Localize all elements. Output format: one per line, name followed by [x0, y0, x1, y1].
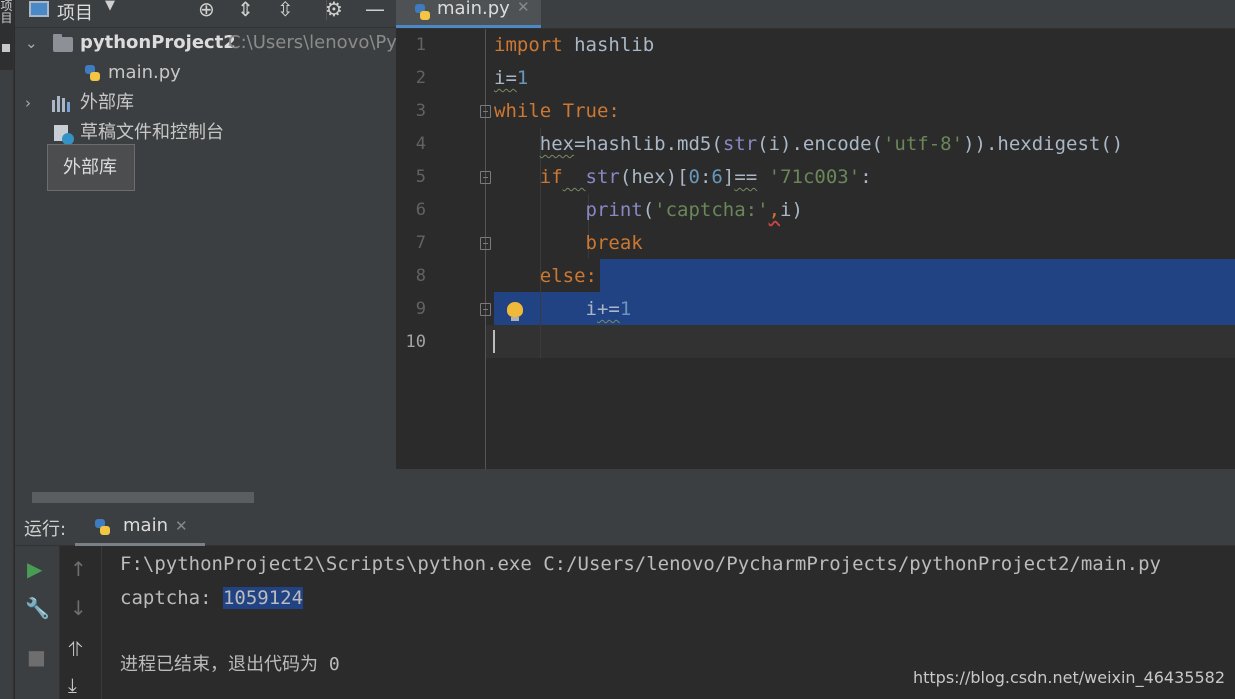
code-line[interactable]: while True: [494, 95, 620, 128]
current-line-highlight [486, 325, 1235, 358]
tab-main-py[interactable]: main.py ✕ [396, 0, 541, 28]
expand-all-icon[interactable]: ⇕ [237, 0, 254, 20]
project-vertical-tab-label: 项目 [0, 0, 13, 25]
stop-icon[interactable]: ■ [27, 646, 46, 668]
horizontal-scrollbar[interactable] [32, 492, 254, 503]
scroll-to-end-icon[interactable]: ⤓ [68, 674, 77, 696]
console-exit-message: 进程已结束，退出代码为 0 [120, 654, 340, 675]
run-panel-header: 运行: main ✕ [15, 506, 1235, 546]
line-number: 4 [415, 134, 426, 154]
wrench-icon[interactable]: 🔧 [25, 597, 50, 619]
project-panel-header: 项目 ▼ ⊕ ⇕ ⇳ ⚙ — [15, 0, 396, 28]
python-file-icon [413, 3, 431, 21]
tree-item-main-py[interactable]: main.py [25, 60, 396, 86]
code-line[interactable]: import hashlib [494, 29, 654, 62]
collapse-all-icon[interactable]: ⇳ [277, 0, 294, 20]
fold-marker-icon[interactable] [480, 303, 491, 316]
run-toolbar-secondary: ↑ ↓ ⥣ ⤓ [60, 546, 102, 699]
line-number: 2 [415, 68, 426, 88]
line-number: 10 [405, 332, 426, 352]
line-number: 9 [415, 299, 426, 319]
project-window-icon [29, 1, 49, 17]
console-command-line: F:\pythonProject2\Scripts\python.exe C:/… [120, 553, 1161, 575]
code-line[interactable]: hex=hashlib.md5(str(i).encode('utf-8')).… [494, 128, 1123, 161]
tree-item-external-libraries-label: 外部库 [80, 92, 134, 113]
arrow-down-icon[interactable]: ↓ [70, 597, 87, 619]
code-line[interactable]: break [494, 227, 643, 260]
lightbulb-icon[interactable] [506, 302, 524, 322]
run-icon[interactable]: ▶ [27, 558, 42, 580]
project-root-name: pythonProject2 [80, 32, 236, 53]
library-icon [52, 96, 72, 112]
tree-item-main-py-label: main.py [108, 62, 181, 83]
folder-icon [53, 34, 73, 52]
close-icon[interactable]: ✕ [517, 0, 530, 16]
fold-marker-icon[interactable] [480, 171, 491, 184]
code-line[interactable]: if str(hex)[0:6]== '71c003': [494, 161, 872, 194]
locate-icon[interactable]: ⊕ [198, 0, 215, 20]
gear-icon[interactable]: ⚙ [325, 0, 343, 20]
minimize-icon[interactable]: — [365, 0, 385, 20]
run-toolbar-primary: ▶ 🔧 ■ [15, 546, 60, 699]
editor-bottom-area [396, 469, 1235, 506]
tree-item-scratches-label: 草稿文件和控制台 [80, 122, 224, 143]
run-panel-title: 运行: [24, 519, 67, 540]
code-line[interactable]: i=1 [494, 62, 528, 95]
scratches-icon [52, 124, 74, 146]
line-number: 8 [415, 266, 426, 286]
chevron-down-icon[interactable]: ⌄ [25, 30, 41, 56]
fold-marker-icon[interactable] [480, 237, 491, 250]
line-number: 1 [415, 35, 426, 55]
line-number: 6 [415, 200, 426, 220]
structure-icon[interactable] [2, 44, 10, 52]
python-file-icon [93, 518, 111, 536]
view-dropdown-icon[interactable]: ▼ [105, 0, 115, 13]
watermark: https://blog.csdn.net/weixin_46435582 [912, 668, 1225, 687]
run-tab-main-label: main [123, 515, 168, 536]
line-number: 3 [415, 101, 426, 121]
editor-tab-bar: main.py ✕ [396, 0, 1235, 29]
project-panel: 项目 ▼ ⊕ ⇕ ⇳ ⚙ — ⌄ pythonProject2 C:\Users… [15, 0, 396, 506]
left-tool-strip: 项目 [0, 0, 14, 699]
close-icon[interactable]: ✕ [175, 517, 188, 535]
console-output-line: captcha: 1059124 [120, 587, 304, 609]
fold-marker-icon[interactable] [480, 105, 491, 118]
tree-item-external-libraries[interactable]: › 外部库 [25, 90, 396, 116]
tooltip: 外部库 [47, 144, 135, 191]
arrow-up-icon[interactable]: ↑ [70, 558, 87, 580]
soft-wrap-icon[interactable]: ⥣ [68, 638, 83, 660]
project-panel-title[interactable]: 项目 [57, 0, 93, 25]
tree-item-project-root[interactable]: ⌄ pythonProject2 C:\Users\lenovo\Pyc [25, 30, 396, 56]
python-file-icon [83, 64, 101, 82]
code-line[interactable]: else: [494, 260, 597, 293]
run-tab-main[interactable]: main ✕ [75, 512, 205, 546]
text-caret [493, 330, 495, 353]
selected-output-value[interactable]: 1059124 [222, 587, 304, 609]
project-vertical-tab[interactable]: 项目 [0, 0, 13, 70]
selection-highlight [600, 259, 1235, 292]
project-root-path: C:\Users\lenovo\Pyc [228, 32, 396, 53]
line-number: 7 [415, 233, 426, 253]
line-number: 5 [415, 167, 426, 187]
tree-item-scratches[interactable]: 草稿文件和控制台 [25, 120, 396, 146]
chevron-right-icon[interactable]: › [25, 90, 41, 116]
tab-main-py-label: main.py [437, 0, 510, 19]
code-line[interactable]: print('captcha:',i) [494, 194, 803, 227]
